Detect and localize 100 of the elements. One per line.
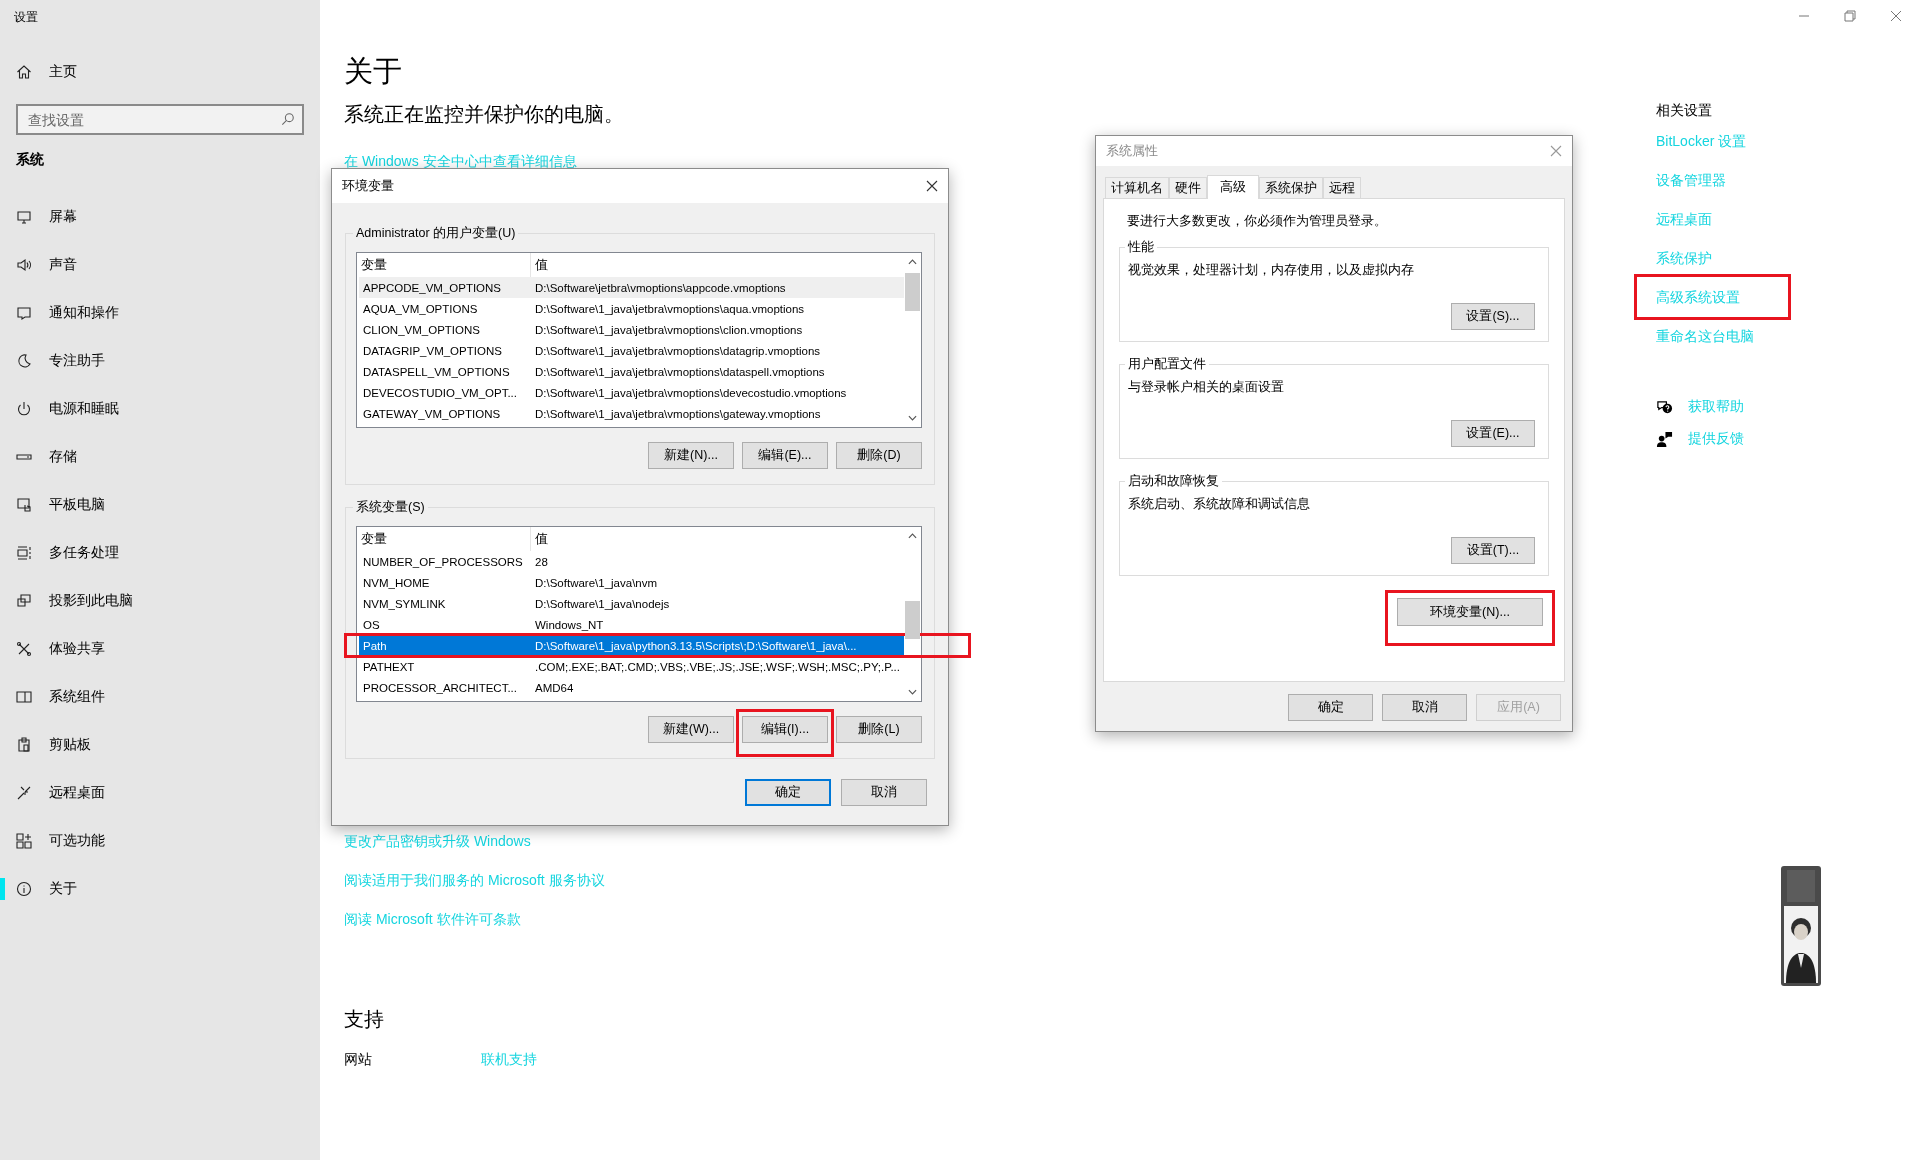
variable-value: D:\Software\1_java\jetbra\vmoptions\aqua.vmoptions bbox=[534, 302, 805, 315]
list-row[interactable]: GATEWAY_VM_OPTIONS D:\Software\1_java\jetbra\vmoptions\gateway.vmoptions bbox=[359, 403, 904, 424]
sound-icon bbox=[16, 257, 32, 273]
variable-value: D:\Software\1_java\jetbra\vmoptions\dataspell.vmoptions bbox=[534, 365, 825, 378]
sidebar-item[interactable]: 剪贴板 bbox=[0, 721, 320, 769]
list-row[interactable]: NUMBER_OF_PROCESSORS 28 bbox=[359, 551, 904, 572]
dialog-title: 环境变量 bbox=[342, 177, 394, 195]
variable-value: D:\Software\1_java\jetbra\vmoptions\devecostudio.vmoptions bbox=[534, 386, 847, 399]
variable-name: CLION_VM_OPTIONS bbox=[362, 323, 481, 336]
status-text: 系统正在监控并保护你的电脑。 bbox=[344, 102, 625, 127]
group-label: 用户配置文件 bbox=[1127, 356, 1207, 373]
list-row[interactable]: DATAGRIP_VM_OPTIONS D:\Software\1_java\jetbra\vmoptions\datagrip.vmoptions bbox=[359, 340, 904, 361]
share-icon bbox=[16, 641, 32, 657]
list-row[interactable]: DATASPELL_VM_OPTIONS D:\Software\1_java\jetbra\vmoptions\dataspell.vmoptions bbox=[359, 361, 904, 382]
dialog-button[interactable]: 取消 bbox=[841, 779, 927, 806]
variable-name: DATASPELL_VM_OPTIONS bbox=[362, 365, 511, 378]
group-label: Administrator 的用户变量(U) bbox=[355, 225, 517, 242]
optional-icon bbox=[16, 833, 32, 849]
sidebar-item[interactable]: 多任务处理 bbox=[0, 529, 320, 577]
scroll-down-icon[interactable] bbox=[908, 689, 917, 695]
sidebar-item[interactable]: 声音 bbox=[0, 241, 320, 289]
multitask-icon bbox=[16, 545, 32, 561]
variable-value: 28 bbox=[534, 555, 548, 568]
list-row[interactable]: NVM_SYMLINK D:\Software\1_java\nodejs bbox=[359, 593, 904, 614]
sidebar-item[interactable]: 电源和睡眠 bbox=[0, 385, 320, 433]
restore-icon[interactable] bbox=[1844, 10, 1856, 22]
remote-icon bbox=[16, 785, 32, 801]
person-flag-icon bbox=[1656, 430, 1673, 448]
scroll-down-icon[interactable] bbox=[908, 415, 917, 421]
scrollbar-thumb[interactable] bbox=[905, 601, 920, 639]
variable-name: DATAGRIP_VM_OPTIONS bbox=[362, 344, 503, 357]
list-row[interactable]: DEVECOSTUDIO_VM_OPT... D:\Software\1_java\jetbra\vmoptions\devecostudio.vmoptions bbox=[359, 382, 904, 403]
project-icon bbox=[16, 593, 32, 609]
tab[interactable]: 计算机名 bbox=[1105, 177, 1169, 198]
variable-value: AMD64 bbox=[534, 681, 574, 694]
tab[interactable]: 高级 bbox=[1207, 175, 1259, 199]
sidebar-item[interactable]: 通知和操作 bbox=[0, 289, 320, 337]
variable-value: D:\Software\1_java\jetbra\vmoptions\datagrip.vmoptions bbox=[534, 344, 821, 357]
list-row[interactable]: CLION_VM_OPTIONS D:\Software\1_java\jetbra\vmoptions\clion.vmoptions bbox=[359, 319, 904, 340]
search-field[interactable]: 查找设置 bbox=[16, 104, 304, 135]
list-row[interactable]: NVM_HOME D:\Software\1_java\nvm bbox=[359, 572, 904, 593]
dialog-button[interactable]: 删除(D) bbox=[836, 442, 922, 469]
column-header[interactable]: 值 bbox=[531, 527, 548, 551]
variable-value: D:\Software\1_java\nvm bbox=[534, 576, 658, 589]
list-row[interactable]: APPCODE_VM_OPTIONS D:\Software\jetbra\vmoptions\appcode.vmoptions bbox=[359, 277, 904, 298]
variable-value: D:\Software\1_java\jetbra\vmoptions\gateway.vmoptions bbox=[534, 407, 821, 420]
dialog-button[interactable]: 取消 bbox=[1382, 694, 1467, 721]
dialog-button[interactable]: 删除(L) bbox=[836, 716, 922, 743]
variable-value: D:\Software\jetbra\vmoptions\appcode.vmoptions bbox=[534, 281, 786, 294]
dialog-button[interactable]: 确定 bbox=[745, 779, 831, 806]
variable-name: NVM_HOME bbox=[362, 576, 431, 589]
dialog-button[interactable]: 新建(N)... bbox=[648, 442, 734, 469]
variable-name: GATEWAY_VM_OPTIONS bbox=[362, 407, 502, 420]
column-header[interactable]: 值 bbox=[531, 253, 548, 277]
group-label: 启动和故障恢复 bbox=[1127, 473, 1220, 490]
dialog-button[interactable]: 确定 bbox=[1288, 694, 1373, 721]
list-row[interactable]: AQUA_VM_OPTIONS D:\Software\1_java\jetbra\vmoptions\aqua.vmoptions bbox=[359, 298, 904, 319]
close-icon[interactable] bbox=[926, 180, 938, 192]
tab[interactable]: 系统保护 bbox=[1259, 177, 1323, 198]
settings-button[interactable]: 设置(T)... bbox=[1451, 537, 1535, 564]
sidebar-item[interactable]: 平板电脑 bbox=[0, 481, 320, 529]
list-row[interactable]: OS Windows_NT bbox=[359, 614, 904, 635]
home-link[interactable]: 主页 bbox=[0, 48, 320, 96]
search-icon bbox=[281, 112, 295, 126]
scroll-up-icon[interactable] bbox=[908, 533, 917, 539]
sidebar-item[interactable]: 投影到此电脑 bbox=[0, 577, 320, 625]
sidebar-item[interactable]: 关于 bbox=[0, 865, 320, 913]
notice-text: 要进行大多数更改，你必须作为管理员登录。 bbox=[1126, 213, 1388, 230]
scrollbar-thumb[interactable] bbox=[905, 273, 920, 311]
settings-button[interactable]: 设置(E)... bbox=[1451, 420, 1535, 447]
list-row[interactable]: PATHEXT .COM;.EXE;.BAT;.CMD;.VBS;.VBE;.JS;.JSE;.WSF;.WSH;.MSC;.PY;.P... bbox=[359, 656, 904, 677]
sidebar-item[interactable]: 存储 bbox=[0, 433, 320, 481]
list-row[interactable]: PROCESSOR_ARCHITECT... AMD64 bbox=[359, 677, 904, 698]
sidebar-item[interactable]: 体验共享 bbox=[0, 625, 320, 673]
variable-name: Path bbox=[362, 639, 388, 652]
sidebar-item[interactable]: 系统组件 bbox=[0, 673, 320, 721]
environment-button[interactable]: 环境变量(N)... bbox=[1397, 598, 1543, 626]
settings-button[interactable]: 设置(S)... bbox=[1451, 303, 1535, 330]
sidebar-item[interactable]: 专注助手 bbox=[0, 337, 320, 385]
column-header[interactable]: 变量 bbox=[357, 527, 531, 551]
tab[interactable]: 远程 bbox=[1323, 177, 1361, 198]
scroll-up-icon[interactable] bbox=[908, 259, 917, 265]
sidebar-item[interactable]: 可选功能 bbox=[0, 817, 320, 865]
variable-name: APPCODE_VM_OPTIONS bbox=[362, 281, 503, 294]
variable-value: .COM;.EXE;.BAT;.CMD;.VBS;.VBE;.JS;.JSE;.WSF;.WSH;.MSC;.PY;.P... bbox=[534, 660, 900, 673]
display-icon bbox=[16, 209, 32, 225]
dialog-button[interactable]: 编辑(E)... bbox=[742, 442, 828, 469]
variable-value: D:\Software\1_java\jetbra\vmoptions\clion.vmoptions bbox=[534, 323, 803, 336]
related-heading: 相关设置 bbox=[1656, 102, 1713, 120]
sidebar-item[interactable]: 远程桌面 bbox=[0, 769, 320, 817]
variable-value: D:\Software\1_java\nodejs bbox=[534, 597, 670, 610]
sidebar-item[interactable]: 屏幕 bbox=[0, 193, 320, 241]
home-icon bbox=[16, 64, 32, 80]
tablet-icon bbox=[16, 497, 32, 513]
clipboard-icon bbox=[16, 737, 32, 753]
dialog-button[interactable]: 新建(W)... bbox=[648, 716, 734, 743]
dialog-button[interactable]: 编辑(I)... bbox=[742, 716, 828, 743]
group-label: 系统变量(S) bbox=[355, 499, 426, 516]
tab[interactable]: 硬件 bbox=[1169, 177, 1207, 198]
notification-icon bbox=[16, 305, 32, 321]
